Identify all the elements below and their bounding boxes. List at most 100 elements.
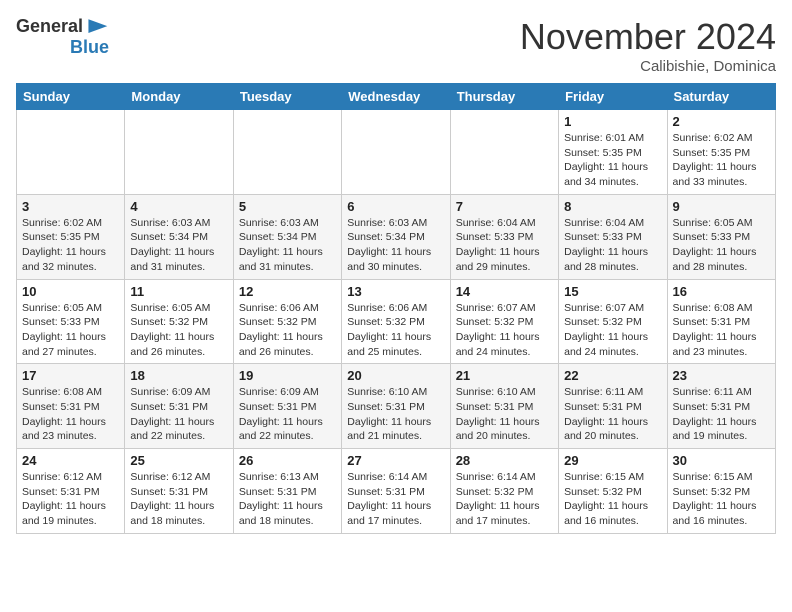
calendar-day-cell: 20Sunrise: 6:10 AMSunset: 5:31 PMDayligh… (342, 364, 450, 449)
day-number: 25 (130, 453, 227, 468)
day-number: 28 (456, 453, 553, 468)
logo-flag-icon (85, 17, 109, 37)
day-number: 22 (564, 368, 661, 383)
calendar-day-cell: 27Sunrise: 6:14 AMSunset: 5:31 PMDayligh… (342, 449, 450, 534)
calendar-day-cell: 13 Sunrise: 6:06 AMSunset: 5:32 PMDayligh… (342, 279, 450, 364)
calendar-day-cell: 4 Sunrise: 6:03 AMSunset: 5:34 PMDaylight… (125, 194, 233, 279)
day-info: Sunrise: 6:03 AMSunset: 5:34 PMDaylight:… (239, 216, 336, 275)
weekday-header-monday: Monday (125, 84, 233, 110)
calendar-day-cell: 15Sunrise: 6:07 AMSunset: 5:32 PMDayligh… (559, 279, 667, 364)
day-info: Sunrise: 6:12 AMSunset: 5:31 PMDaylight:… (130, 470, 227, 529)
day-info: Sunrise: 6:06 AMSunset: 5:32 PMDaylight:… (239, 301, 336, 360)
day-info: Sunrise: 6:05 AMSunset: 5:33 PMDaylight:… (22, 301, 119, 360)
empty-day-cell (342, 110, 450, 195)
day-number: 8 (564, 199, 661, 214)
weekday-header-row: SundayMondayTuesdayWednesdayThursdayFrid… (17, 84, 776, 110)
day-info: Sunrise: 6:06 AMSunset: 5:32 PMDaylight:… (347, 301, 444, 360)
calendar-day-cell: 19 Sunrise: 6:09 AMSunset: 5:31 PMDayligh… (233, 364, 341, 449)
calendar-table: SundayMondayTuesdayWednesdayThursdayFrid… (16, 83, 776, 534)
day-info: Sunrise: 6:13 AMSunset: 5:31 PMDaylight:… (239, 470, 336, 529)
month-title: November 2024 (520, 16, 776, 58)
day-info: Sunrise: 6:07 AMSunset: 5:32 PMDaylight:… (456, 301, 553, 360)
day-number: 13 (347, 284, 444, 299)
calendar-day-cell: 30 Sunrise: 6:15 AMSunset: 5:32 PMDayligh… (667, 449, 775, 534)
day-number: 29 (564, 453, 661, 468)
calendar-day-cell: 16 Sunrise: 6:08 AMSunset: 5:31 PMDayligh… (667, 279, 775, 364)
day-number: 3 (22, 199, 119, 214)
calendar-day-cell: 3 Sunrise: 6:02 AMSunset: 5:35 PMDaylight… (17, 194, 125, 279)
weekday-header-friday: Friday (559, 84, 667, 110)
day-number: 19 (239, 368, 336, 383)
day-number: 11 (130, 284, 227, 299)
day-info: Sunrise: 6:05 AMSunset: 5:33 PMDaylight:… (673, 216, 770, 275)
calendar-week-row: 24 Sunrise: 6:12 AMSunset: 5:31 PMDayligh… (17, 449, 776, 534)
day-info: Sunrise: 6:03 AMSunset: 5:34 PMDaylight:… (130, 216, 227, 275)
calendar-day-cell: 6 Sunrise: 6:03 AMSunset: 5:34 PMDaylight… (342, 194, 450, 279)
day-number: 16 (673, 284, 770, 299)
day-info: Sunrise: 6:08 AMSunset: 5:31 PMDaylight:… (22, 385, 119, 444)
calendar-day-cell: 8 Sunrise: 6:04 AMSunset: 5:33 PMDaylight… (559, 194, 667, 279)
day-info: Sunrise: 6:10 AMSunset: 5:31 PMDaylight:… (347, 385, 444, 444)
calendar-day-cell: 2Sunrise: 6:02 AMSunset: 5:35 PMDaylight… (667, 110, 775, 195)
day-number: 9 (673, 199, 770, 214)
day-info: Sunrise: 6:14 AMSunset: 5:32 PMDaylight:… (456, 470, 553, 529)
day-number: 10 (22, 284, 119, 299)
day-number: 23 (673, 368, 770, 383)
weekday-header-thursday: Thursday (450, 84, 558, 110)
day-number: 7 (456, 199, 553, 214)
calendar-day-cell: 23 Sunrise: 6:11 AMSunset: 5:31 PMDayligh… (667, 364, 775, 449)
day-info: Sunrise: 6:02 AMSunset: 5:35 PMDaylight:… (22, 216, 119, 275)
calendar-day-cell: 22 Sunrise: 6:11 AMSunset: 5:31 PMDayligh… (559, 364, 667, 449)
title-block: November 2024 Calibishie, Dominica (520, 16, 776, 75)
day-number: 12 (239, 284, 336, 299)
weekday-header-sunday: Sunday (17, 84, 125, 110)
page-header: General Blue November 2024 Calibishie, D… (16, 16, 776, 75)
calendar-day-cell: 1Sunrise: 6:01 AMSunset: 5:35 PMDaylight… (559, 110, 667, 195)
calendar-day-cell: 17 Sunrise: 6:08 AMSunset: 5:31 PMDayligh… (17, 364, 125, 449)
logo: General Blue (16, 16, 109, 58)
calendar-day-cell: 24 Sunrise: 6:12 AMSunset: 5:31 PMDayligh… (17, 449, 125, 534)
empty-day-cell (17, 110, 125, 195)
day-number: 2 (673, 114, 770, 129)
day-number: 24 (22, 453, 119, 468)
day-info: Sunrise: 6:11 AMSunset: 5:31 PMDaylight:… (564, 385, 661, 444)
logo-blue-text: Blue (70, 37, 109, 58)
day-info: Sunrise: 6:08 AMSunset: 5:31 PMDaylight:… (673, 301, 770, 360)
day-number: 15 (564, 284, 661, 299)
day-number: 5 (239, 199, 336, 214)
day-info: Sunrise: 6:05 AMSunset: 5:32 PMDaylight:… (130, 301, 227, 360)
day-info: Sunrise: 6:11 AMSunset: 5:31 PMDaylight:… (673, 385, 770, 444)
calendar-week-row: 10 Sunrise: 6:05 AMSunset: 5:33 PMDayligh… (17, 279, 776, 364)
day-info: Sunrise: 6:09 AMSunset: 5:31 PMDaylight:… (130, 385, 227, 444)
day-info: Sunrise: 6:10 AMSunset: 5:31 PMDaylight:… (456, 385, 553, 444)
day-info: Sunrise: 6:04 AMSunset: 5:33 PMDaylight:… (564, 216, 661, 275)
day-number: 4 (130, 199, 227, 214)
calendar-day-cell: 9 Sunrise: 6:05 AMSunset: 5:33 PMDaylight… (667, 194, 775, 279)
calendar-day-cell: 18Sunrise: 6:09 AMSunset: 5:31 PMDayligh… (125, 364, 233, 449)
calendar-day-cell: 11 Sunrise: 6:05 AMSunset: 5:32 PMDayligh… (125, 279, 233, 364)
weekday-header-saturday: Saturday (667, 84, 775, 110)
logo-general-text: General (16, 16, 83, 37)
day-number: 14 (456, 284, 553, 299)
day-number: 17 (22, 368, 119, 383)
calendar-day-cell: 28 Sunrise: 6:14 AMSunset: 5:32 PMDayligh… (450, 449, 558, 534)
weekday-header-tuesday: Tuesday (233, 84, 341, 110)
calendar-day-cell: 26 Sunrise: 6:13 AMSunset: 5:31 PMDayligh… (233, 449, 341, 534)
day-number: 6 (347, 199, 444, 214)
day-info: Sunrise: 6:03 AMSunset: 5:34 PMDaylight:… (347, 216, 444, 275)
day-info: Sunrise: 6:09 AMSunset: 5:31 PMDaylight:… (239, 385, 336, 444)
day-info: Sunrise: 6:12 AMSunset: 5:31 PMDaylight:… (22, 470, 119, 529)
calendar-week-row: 1Sunrise: 6:01 AMSunset: 5:35 PMDaylight… (17, 110, 776, 195)
calendar-day-cell: 14 Sunrise: 6:07 AMSunset: 5:32 PMDayligh… (450, 279, 558, 364)
calendar-day-cell: 21Sunrise: 6:10 AMSunset: 5:31 PMDayligh… (450, 364, 558, 449)
calendar-week-row: 3 Sunrise: 6:02 AMSunset: 5:35 PMDaylight… (17, 194, 776, 279)
empty-day-cell (233, 110, 341, 195)
day-number: 26 (239, 453, 336, 468)
day-number: 27 (347, 453, 444, 468)
calendar-day-cell: 5 Sunrise: 6:03 AMSunset: 5:34 PMDaylight… (233, 194, 341, 279)
calendar-day-cell: 12 Sunrise: 6:06 AMSunset: 5:32 PMDayligh… (233, 279, 341, 364)
calendar-day-cell: 7Sunrise: 6:04 AMSunset: 5:33 PMDaylight… (450, 194, 558, 279)
day-info: Sunrise: 6:15 AMSunset: 5:32 PMDaylight:… (673, 470, 770, 529)
day-number: 30 (673, 453, 770, 468)
calendar-day-cell: 10 Sunrise: 6:05 AMSunset: 5:33 PMDayligh… (17, 279, 125, 364)
